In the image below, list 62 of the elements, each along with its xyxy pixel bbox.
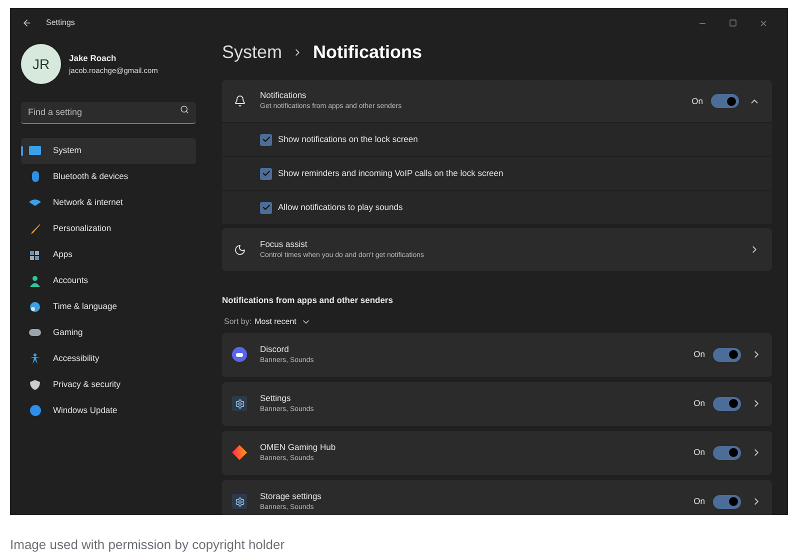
nav-item[interactable]: Apps <box>21 242 196 268</box>
toggle-switch[interactable] <box>713 348 741 362</box>
avatar: JR <box>21 44 61 84</box>
search-icon <box>180 105 189 114</box>
sort-dropdown[interactable]: Sort by: Most recent <box>224 316 312 328</box>
toggle-switch[interactable] <box>713 494 741 509</box>
checkbox[interactable] <box>260 202 272 214</box>
checkbox[interactable] <box>260 134 272 146</box>
nav-item[interactable]: Privacy & security <box>21 372 196 398</box>
gear-icon <box>232 396 247 412</box>
close-icon[interactable] <box>759 18 768 28</box>
accessibility-icon <box>29 352 41 364</box>
toggle-state: On <box>694 348 705 362</box>
card-title: Notifications <box>260 89 308 102</box>
toggle-state: On <box>694 446 705 460</box>
app-name: Storage settings <box>260 490 322 503</box>
toggle-switch[interactable] <box>711 94 739 108</box>
moon-icon <box>234 244 246 256</box>
nav-item[interactable]: Accessibility <box>21 346 196 372</box>
app-name: Settings <box>260 392 292 405</box>
check-icon <box>262 169 270 178</box>
monitor-icon <box>29 146 41 155</box>
checkbox-label: Show reminders and incoming VoIP calls on the lock screen <box>278 167 504 180</box>
person-icon <box>29 274 41 286</box>
section-heading: Notifications from apps and other senders <box>222 294 394 307</box>
nav-item[interactable]: Personalization <box>21 216 196 242</box>
wifi-icon <box>29 196 41 208</box>
check-icon <box>262 135 270 144</box>
nav-item[interactable]: System <box>21 138 196 164</box>
toggle-switch[interactable] <box>713 396 741 411</box>
card-title: Focus assist <box>260 238 308 251</box>
diamond-icon <box>232 445 247 460</box>
toggle-state: On <box>694 397 705 410</box>
window-title: Settings <box>46 17 75 29</box>
brush-icon <box>29 222 41 234</box>
nav-item[interactable]: Time & language <box>21 294 196 320</box>
image-caption: Image used with permission by copyright holder <box>10 536 286 554</box>
breadcrumb-link[interactable]: System <box>222 38 282 66</box>
chat-app-icon <box>232 347 247 362</box>
nav-item[interactable]: Accounts <box>21 268 196 294</box>
user-name: Jake Roach <box>69 52 118 65</box>
nav-item[interactable]: Gaming <box>21 320 196 346</box>
maximize-icon[interactable] <box>729 19 737 27</box>
app-name: OMEN Gaming Hub <box>260 441 336 454</box>
shield-icon <box>29 378 41 390</box>
check-icon <box>262 203 270 212</box>
nav-item[interactable]: Network & internet <box>21 190 196 216</box>
gear-icon <box>232 494 247 510</box>
checkbox-label: Allow notifications to play sounds <box>278 201 403 214</box>
toggle-switch[interactable] <box>713 446 741 460</box>
page-title: Notifications <box>313 40 422 64</box>
toggle-state: On <box>692 94 703 108</box>
search-field[interactable]: Find a setting <box>21 102 196 124</box>
nav-item[interactable]: Bluetooth & devices <box>21 164 196 190</box>
bell-icon <box>234 95 246 107</box>
back-icon[interactable] <box>22 18 32 28</box>
checkbox-label: Show notifications on the lock screen <box>278 133 418 146</box>
app-name: Discord <box>260 343 290 356</box>
nav-item[interactable]: Windows Update <box>21 398 196 424</box>
toggle-state: On <box>694 495 705 508</box>
checkbox[interactable] <box>260 168 272 180</box>
apps-icon <box>29 248 41 260</box>
